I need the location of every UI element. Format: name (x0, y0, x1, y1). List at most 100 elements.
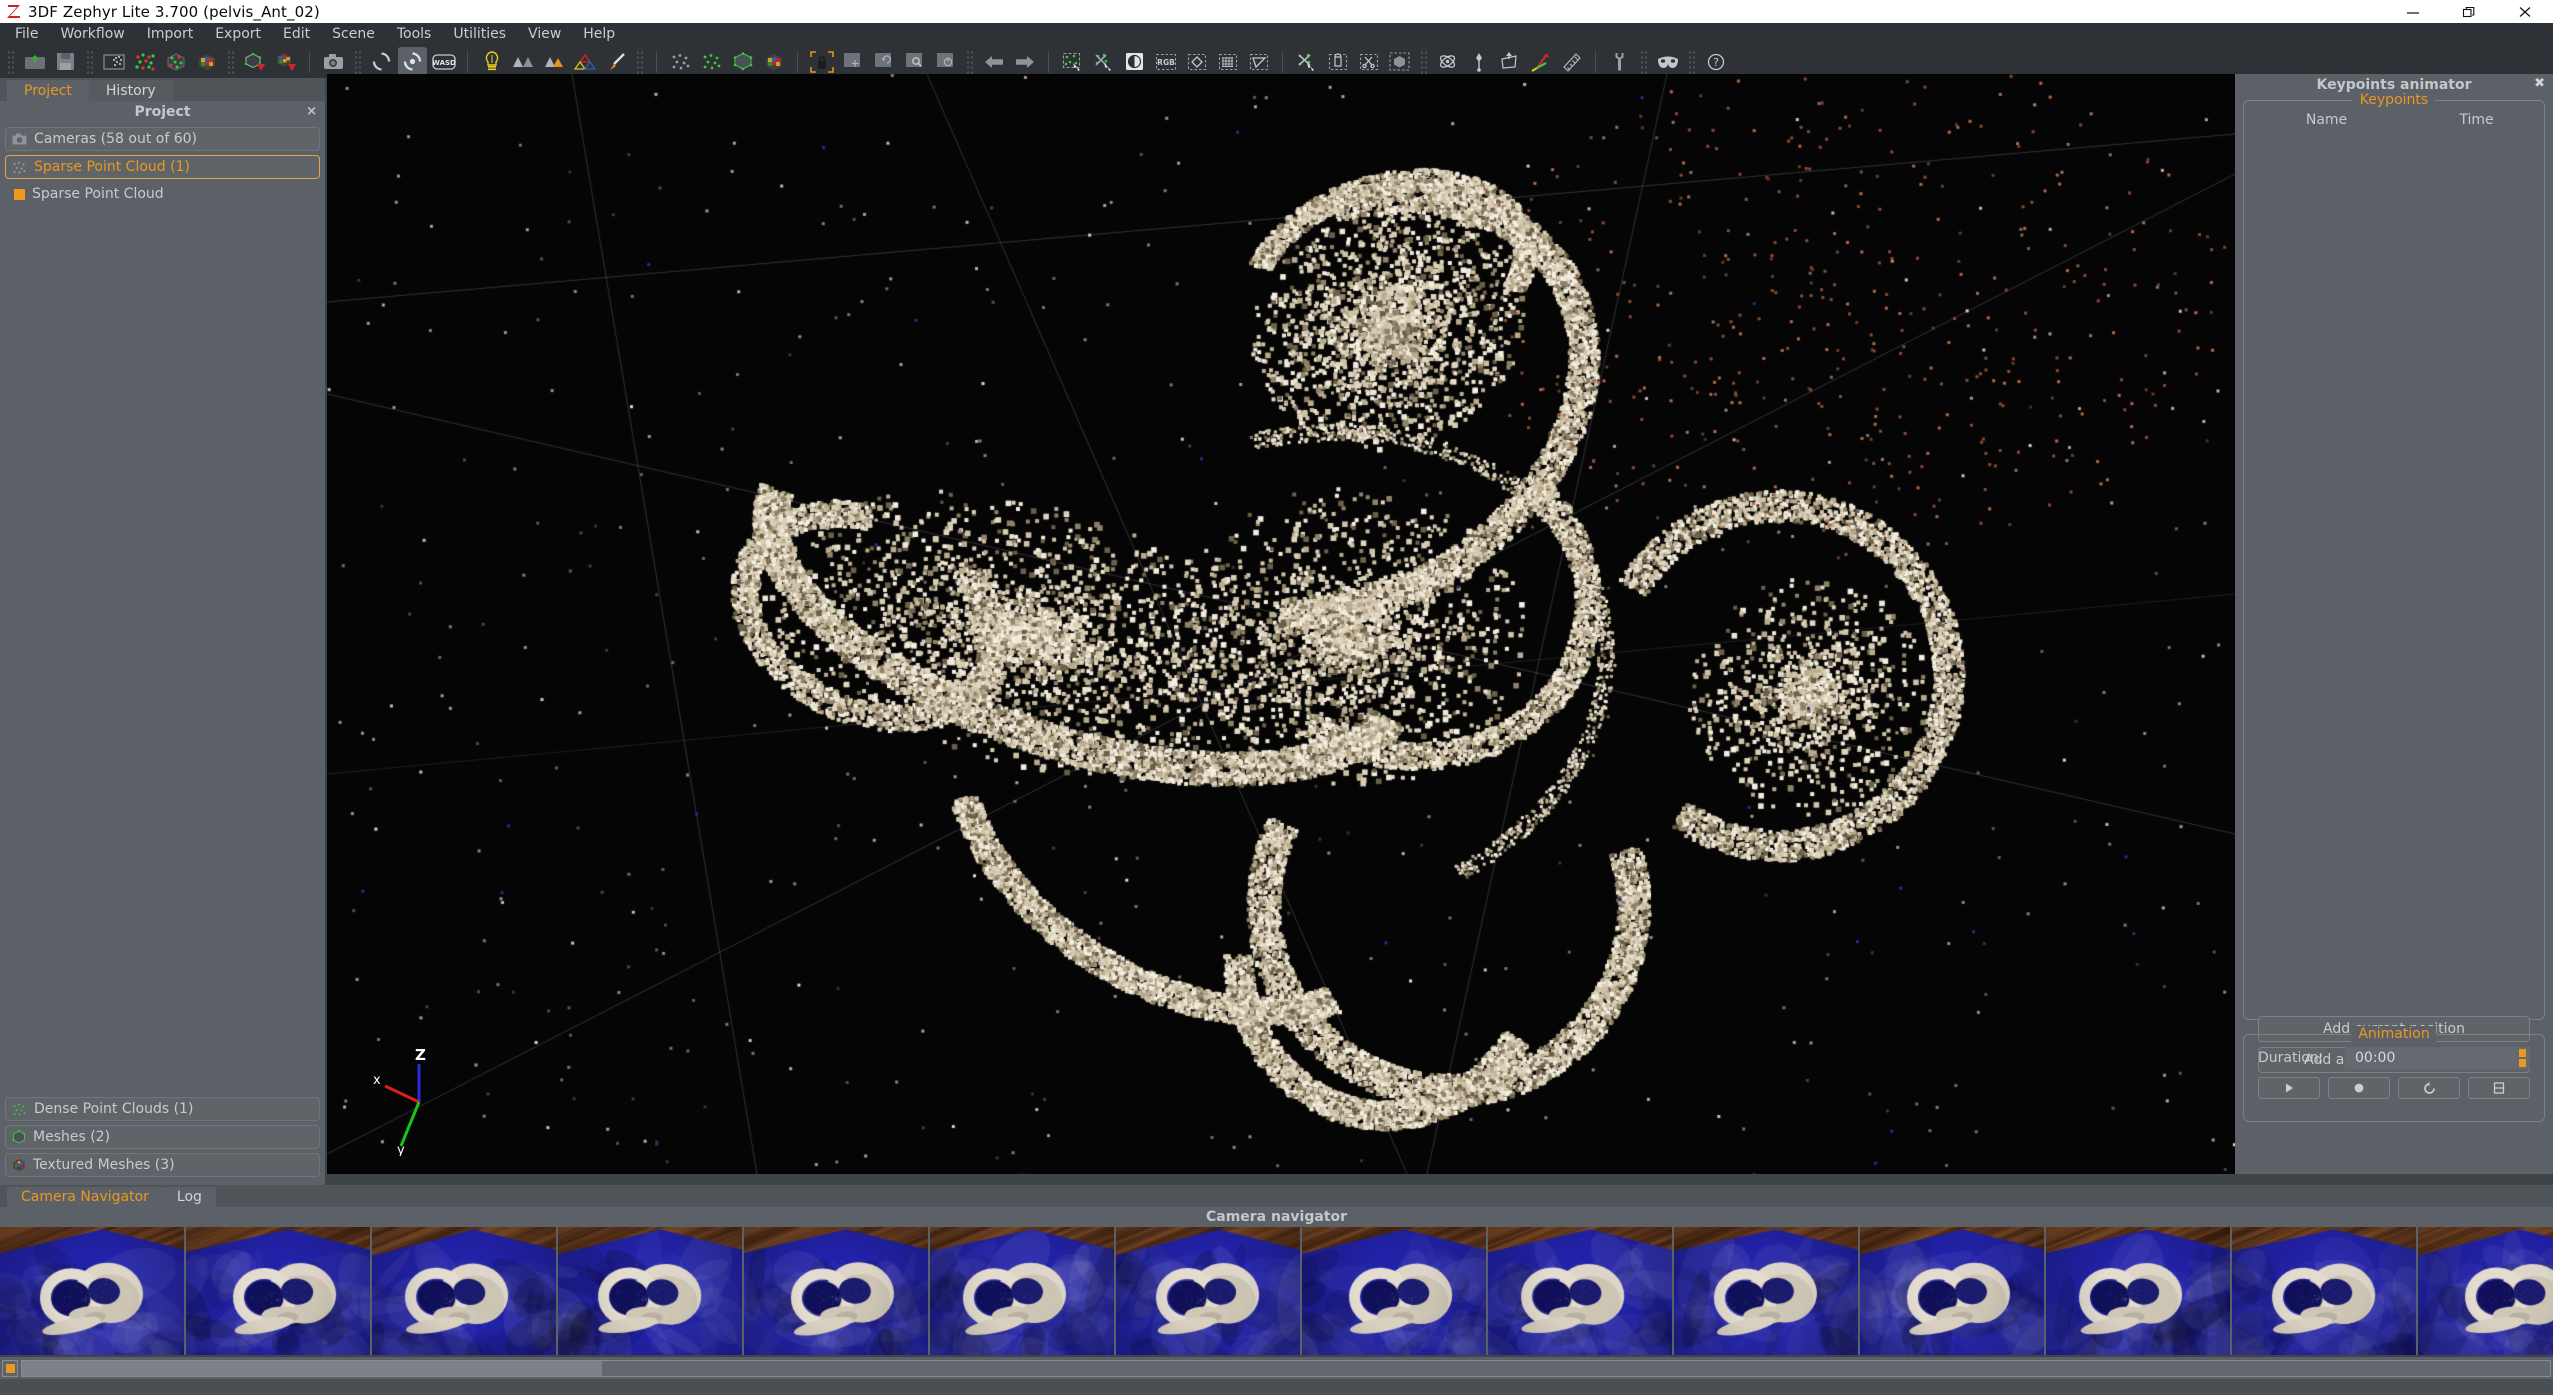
color-swatch[interactable] (14, 188, 25, 200)
lock-selection-icon[interactable] (807, 47, 836, 76)
toolbar-drag-grip[interactable] (1687, 48, 1696, 75)
camera-thumbnail[interactable] (558, 1227, 744, 1355)
settings-wrench-icon[interactable] (1605, 47, 1634, 76)
camera-thumbnail[interactable] (1860, 1227, 2046, 1355)
copy-selection-icon[interactable] (1323, 47, 1352, 76)
tree-child-sparse-point-cloud[interactable]: Sparse Point Cloud (5, 183, 320, 205)
menu-item-view[interactable]: View (517, 24, 572, 44)
show-textured-mesh-icon[interactable] (759, 47, 788, 76)
lasso-select-icon[interactable] (1244, 47, 1273, 76)
scrollbar-track[interactable] (21, 1359, 2551, 1377)
duration-input[interactable]: 00:00 (2345, 1047, 2530, 1069)
camera-frustum-icon[interactable] (1495, 47, 1524, 76)
shading-smooth-icon[interactable] (539, 47, 568, 76)
turntable-rotate-icon[interactable] (367, 47, 396, 76)
toolbar-drag-grip[interactable] (226, 48, 235, 75)
tree-node-dense-points[interactable]: Dense Point Clouds (1) (5, 1097, 320, 1121)
shading-flat-icon[interactable] (508, 47, 537, 76)
shading-wire-icon[interactable] (570, 47, 599, 76)
bottom-tab-camera-navigator[interactable]: Camera Navigator (7, 1187, 163, 1207)
redo-icon[interactable] (1010, 47, 1039, 76)
toolbar-drag-grip[interactable] (1419, 48, 1428, 75)
undo-icon[interactable] (979, 47, 1008, 76)
reset-view-icon[interactable] (931, 47, 960, 76)
restore-icon[interactable] (2441, 0, 2497, 23)
camera-thumbnail[interactable] (744, 1227, 930, 1355)
texture-extraction-icon[interactable] (271, 47, 300, 76)
record-button[interactable] (2328, 1077, 2390, 1099)
invert-selection-icon[interactable] (1120, 47, 1149, 76)
toolbar-drag-grip[interactable] (965, 48, 974, 75)
measure-icon[interactable] (1557, 47, 1586, 76)
project-tab-project[interactable]: Project (7, 80, 89, 101)
tree-node-sparse-points[interactable]: Sparse Point Cloud (1) (5, 155, 320, 179)
toolbar-drag-grip[interactable] (353, 48, 362, 75)
mask-icon[interactable] (1653, 47, 1682, 76)
new-project-wizard-icon[interactable] (99, 47, 128, 76)
menu-item-file[interactable]: File (4, 24, 49, 44)
menu-item-import[interactable]: Import (136, 24, 204, 44)
3d-viewport[interactable]: Z x y (327, 74, 2235, 1174)
toolbar-drag-grip[interactable] (635, 48, 644, 75)
play-button[interactable] (2258, 1077, 2320, 1099)
help-icon[interactable]: ? (1701, 47, 1730, 76)
tree-node-camera[interactable]: Cameras (58 out of 60) (5, 127, 320, 151)
rgb-filter-icon[interactable]: RGB (1151, 47, 1180, 76)
camera-thumbnail[interactable] (186, 1227, 372, 1355)
keypoints-table-body[interactable] (2244, 131, 2544, 1011)
open-project-icon[interactable] (20, 47, 49, 76)
project-tab-history[interactable]: History (88, 80, 173, 101)
camera-thumbnail[interactable] (2418, 1227, 2553, 1355)
minimize-icon[interactable] (2385, 0, 2441, 23)
camera-snapshot-icon[interactable] (319, 47, 348, 76)
crop-selection-icon[interactable] (1292, 47, 1321, 76)
camera-thumbnail[interactable] (1302, 1227, 1488, 1355)
lighting-icon[interactable] (477, 47, 506, 76)
tree-node-textured-mesh[interactable]: Textured Meshes (3) (5, 1153, 320, 1177)
cut-selection-icon[interactable] (1354, 47, 1383, 76)
mesh-extraction-icon[interactable] (240, 47, 269, 76)
camera-thumbnail[interactable] (1674, 1227, 1860, 1355)
rotate-tool-icon[interactable] (869, 47, 898, 76)
export-video-button[interactable] (2468, 1077, 2530, 1099)
show-dense-points-icon[interactable] (697, 47, 726, 76)
camera-thumbnail[interactable] (1116, 1227, 1302, 1355)
toolbar-drag-grip[interactable] (85, 48, 94, 75)
panel-close-icon[interactable]: × (306, 104, 317, 119)
pin-icon[interactable] (1464, 47, 1493, 76)
keypoints-close-icon[interactable]: ✖ (2534, 76, 2545, 91)
dense-cloud-generation-icon[interactable] (161, 47, 190, 76)
reference-system-icon[interactable] (1526, 47, 1555, 76)
camera-thumbnail[interactable] (0, 1227, 186, 1355)
menu-item-export[interactable]: Export (204, 24, 272, 44)
toolbar-drag-grip[interactable] (6, 48, 15, 75)
camera-thumbnail[interactable] (1488, 1227, 1674, 1355)
scrollbar-marker-icon[interactable] (2, 1359, 18, 1377)
bottom-tab-log[interactable]: Log (162, 1187, 216, 1207)
pan-tool-icon[interactable] (838, 47, 867, 76)
camera-thumbnail[interactable] (2046, 1227, 2232, 1355)
show-sparse-points-icon[interactable] (666, 47, 695, 76)
navigation-mode-icon[interactable] (398, 47, 427, 76)
menu-item-help[interactable]: Help (572, 24, 626, 44)
deselect-points-icon[interactable] (1089, 47, 1118, 76)
camera-thumbnail[interactable] (930, 1227, 1116, 1355)
scrollbar-thumb[interactable] (22, 1360, 602, 1376)
mesh-generation-icon[interactable] (192, 47, 221, 76)
polygon-select-icon[interactable] (1182, 47, 1211, 76)
orbit-icon[interactable] (1433, 47, 1462, 76)
menu-item-tools[interactable]: Tools (386, 24, 443, 44)
camera-navigator-strip[interactable] (0, 1227, 2553, 1355)
tree-node-mesh[interactable]: Meshes (2) (5, 1125, 320, 1149)
grid-select-icon[interactable] (1213, 47, 1242, 76)
bounding-box-icon[interactable] (1385, 47, 1414, 76)
paint-brush-icon[interactable] (601, 47, 630, 76)
sparse-cloud-generation-icon[interactable] (130, 47, 159, 76)
duration-stepper[interactable] (2519, 1049, 2526, 1067)
camera-navigator-scrollbar[interactable] (0, 1357, 2553, 1379)
menu-item-utilities[interactable]: Utilities (442, 24, 517, 44)
menu-item-edit[interactable]: Edit (272, 24, 321, 44)
show-mesh-icon[interactable] (728, 47, 757, 76)
select-points-icon[interactable] (1058, 47, 1087, 76)
save-project-icon[interactable] (51, 47, 80, 76)
